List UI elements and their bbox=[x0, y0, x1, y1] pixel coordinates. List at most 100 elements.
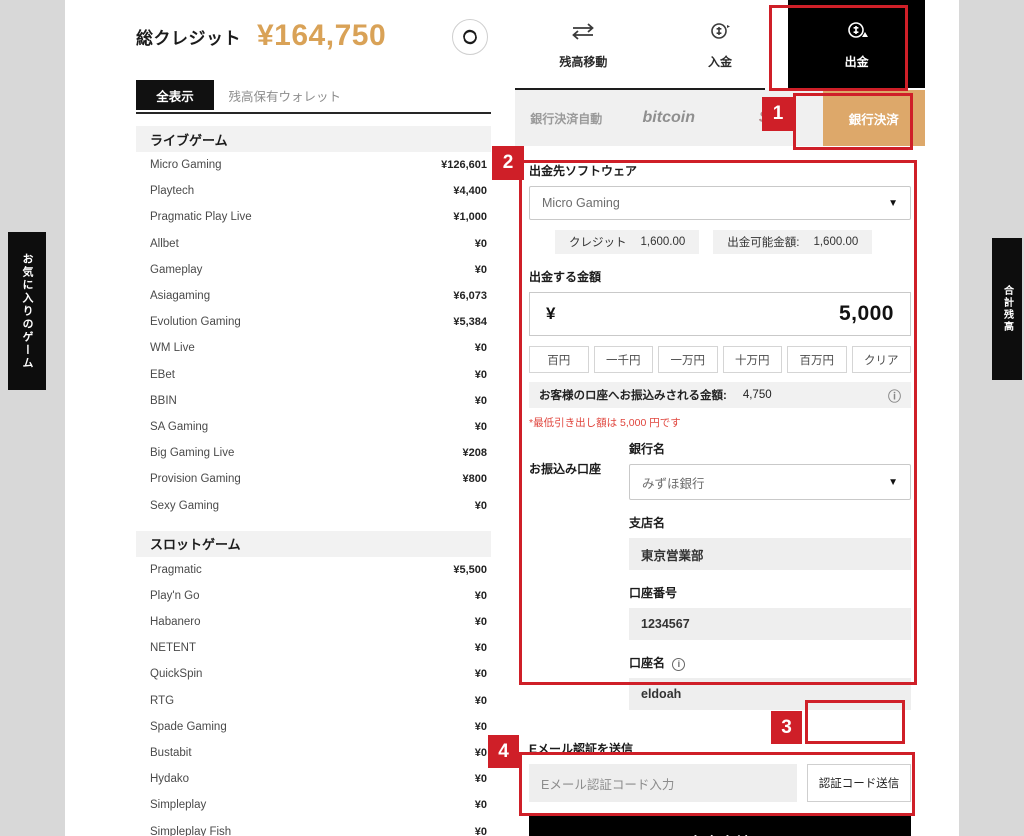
wallet-row[interactable]: Habanero ¥0 bbox=[136, 609, 491, 635]
wallet-row-name: Habanero bbox=[150, 616, 201, 629]
wallet-row-amount: ¥5,384 bbox=[453, 316, 487, 329]
wallet-row[interactable]: Simpleplay ¥0 bbox=[136, 792, 491, 818]
bank-name-label: 銀行名 bbox=[629, 442, 666, 456]
quick-amount-button[interactable]: 十万円 bbox=[722, 346, 782, 373]
receive-amount-label: お客様のロ座へお振込みされる金額: bbox=[539, 390, 727, 402]
wallet-row[interactable]: EBet ¥0 bbox=[136, 362, 491, 388]
withdraw-coin-icon bbox=[845, 18, 869, 44]
method-tab-transfer-label: 残高移動 bbox=[559, 55, 608, 69]
total-credit-row: 総クレジット ¥164,750 bbox=[70, 0, 500, 72]
email-code-input[interactable]: Eメール認証コード入力 bbox=[529, 764, 797, 802]
wallet-row[interactable]: WM Live ¥0 bbox=[136, 335, 491, 361]
amount-label: 出金する金額 bbox=[529, 270, 602, 284]
wallet-row[interactable]: Spade Gaming ¥0 bbox=[136, 714, 491, 740]
account-number-field: 1234567 bbox=[629, 608, 911, 640]
bank-account-fields: 銀行名 みずほ銀行 ▼ 支店名 東京営業部 口座番号 1234567 口座名 i… bbox=[629, 440, 911, 710]
wallet-row[interactable]: Pragmatic Play Live ¥1,000 bbox=[136, 204, 491, 230]
wallet-row-name: RTG bbox=[150, 694, 175, 707]
wallet-row-amount: ¥0 bbox=[474, 694, 487, 707]
wallet-row[interactable]: Bustabit ¥0 bbox=[136, 740, 491, 766]
wallet-row[interactable]: Big Gaming Live ¥208 bbox=[136, 440, 491, 466]
quick-amount-button[interactable]: 百円 bbox=[529, 346, 589, 373]
wallet-row[interactable]: Allbet ¥0 bbox=[136, 231, 491, 257]
quick-amount-button[interactable]: 百万円 bbox=[787, 346, 847, 373]
favorite-games-side-tab-label: お気に入りのゲーム bbox=[21, 252, 33, 370]
favorite-games-side-tab[interactable]: お気に入りのゲーム bbox=[8, 232, 46, 390]
wallet-row[interactable]: NETENT ¥0 bbox=[136, 635, 491, 661]
total-balance-side-tab[interactable]: 合計残高 bbox=[992, 238, 1022, 380]
wallet-row-amount: ¥0 bbox=[474, 589, 487, 602]
method-tab-deposit-label: 入金 bbox=[708, 55, 733, 69]
wallet-row-amount: ¥0 bbox=[474, 499, 487, 512]
wallet-row-amount: ¥208 bbox=[462, 447, 487, 460]
available-chip-value: 1,600.00 bbox=[813, 236, 859, 248]
wallet-row[interactable]: Pragmatic ¥5,500 bbox=[136, 557, 491, 583]
wallet-row-amount: ¥126,601 bbox=[441, 159, 487, 172]
wallet-row[interactable]: Hydako ¥0 bbox=[136, 766, 491, 792]
wallet-row-amount: ¥0 bbox=[474, 747, 487, 760]
info-icon[interactable]: i bbox=[672, 658, 686, 671]
wallet-row[interactable]: Playtech ¥4,400 bbox=[136, 178, 491, 204]
section-header-slot: スロットゲーム bbox=[136, 530, 491, 557]
software-select-value: Micro Gaming bbox=[542, 196, 620, 210]
wallet-row-name: Pragmatic bbox=[150, 563, 202, 576]
tab-wallets-with-balance[interactable]: 残高保有ウォレット bbox=[218, 80, 351, 110]
wallet-row[interactable]: RTG ¥0 bbox=[136, 688, 491, 714]
account-number-label: 口座番号 bbox=[629, 586, 678, 600]
wallet-row[interactable]: QuickSpin ¥0 bbox=[136, 661, 491, 687]
method-tab-transfer[interactable]: 残高移動 bbox=[515, 0, 652, 88]
withdraw-submit-button[interactable]: 出金申請 bbox=[529, 816, 911, 836]
pay-tab-bank-transfer[interactable]: 銀行決済 bbox=[822, 90, 925, 146]
credit-chip-label: クレジット bbox=[569, 237, 627, 249]
quick-amount-button[interactable]: 一万円 bbox=[658, 346, 718, 373]
wallet-row[interactable]: Gameplay ¥0 bbox=[136, 257, 491, 283]
branch-name-label: 支店名 bbox=[629, 516, 666, 530]
wallet-row[interactable]: Micro Gaming ¥126,601 bbox=[136, 152, 491, 178]
method-tab-deposit[interactable]: 入金 bbox=[652, 0, 789, 88]
refresh-icon[interactable] bbox=[452, 19, 488, 55]
method-icon-tabs: 残高移動 入金 出金 bbox=[515, 0, 926, 88]
wallet-row-name: Sexy Gaming bbox=[150, 499, 220, 512]
bank-name-select[interactable]: みずほ銀行 ▼ bbox=[629, 464, 911, 500]
wallet-row[interactable]: Play'n Go ¥0 bbox=[136, 583, 491, 609]
software-label: 出金先ソフトウェア bbox=[529, 164, 638, 178]
quick-amount-buttons: 百円 一千円 一万円 十万円 百万円 クリア bbox=[529, 346, 911, 373]
account-name-field: eldoah bbox=[629, 678, 911, 710]
tab-all[interactable]: 全表示 bbox=[136, 80, 214, 110]
pay-tab-bitcoin[interactable]: bitcoin bbox=[618, 90, 721, 146]
wallet-row[interactable]: BBIN ¥0 bbox=[136, 388, 491, 414]
pay-tab-bank-auto[interactable]: 銀行決済自動 bbox=[515, 90, 618, 146]
section-header-live: ライブゲーム bbox=[136, 126, 491, 152]
wallet-row[interactable]: Evolution Gaming ¥5,384 bbox=[136, 309, 491, 335]
withdraw-form: 出金先ソフトウェア Micro Gaming ▼ クレジット 1,600.00 … bbox=[515, 146, 925, 726]
wallet-row-amount: ¥0 bbox=[474, 799, 487, 812]
wallet-tabs: 全表示 残高保有ウォレット bbox=[136, 80, 491, 114]
wallet-row-amount: ¥800 bbox=[462, 473, 487, 486]
available-chip-label: 出金可能金額: bbox=[727, 237, 800, 249]
transfer-arrows-icon bbox=[570, 18, 596, 44]
bank-account-block: お振込み口座 銀行名 みずほ銀行 ▼ 支店名 東京営業部 口座番号 123456… bbox=[529, 440, 911, 710]
wallet-row-amount: ¥4,400 bbox=[453, 185, 487, 198]
payment-method-tabs: 銀行決済自動 bitcoin STI 銀行決済 bbox=[515, 90, 925, 146]
software-select[interactable]: Micro Gaming ▼ bbox=[529, 186, 911, 220]
wallet-row[interactable]: Asiagaming ¥6,073 bbox=[136, 283, 491, 309]
screenshot-root: 総クレジット ¥164,750 全表示 残高保有ウォレット ライブゲーム Mic… bbox=[0, 0, 1024, 836]
wallet-row[interactable]: Sexy Gaming ¥0 bbox=[136, 492, 491, 518]
currency-symbol: ¥ bbox=[546, 304, 556, 323]
total-credit-label: 総クレジット bbox=[136, 28, 241, 48]
available-chip: 出金可能金額: 1,600.00 bbox=[713, 230, 873, 254]
amount-input[interactable]: ¥ 5,000 bbox=[529, 292, 911, 336]
wallet-row-amount: ¥0 bbox=[474, 825, 487, 836]
wallet-row[interactable]: Provision Gaming ¥800 bbox=[136, 466, 491, 492]
quick-amount-button[interactable]: 一千円 bbox=[593, 346, 653, 373]
wallet-row[interactable]: Simpleplay Fish ¥0 bbox=[136, 819, 491, 836]
wallet-row-amount: ¥0 bbox=[474, 642, 487, 655]
send-code-button[interactable]: 認証コード送信 bbox=[807, 764, 911, 802]
wallet-row-name: BBIN bbox=[150, 394, 177, 407]
wallet-row[interactable]: SA Gaming ¥0 bbox=[136, 414, 491, 440]
question-mark-icon[interactable]: ⓘ bbox=[888, 386, 901, 405]
credit-chip-value: 1,600.00 bbox=[640, 236, 686, 248]
quick-amount-button[interactable]: クリア bbox=[851, 346, 911, 373]
wallet-row-name: Big Gaming Live bbox=[150, 447, 235, 460]
method-tab-withdraw[interactable]: 出金 bbox=[788, 0, 926, 88]
